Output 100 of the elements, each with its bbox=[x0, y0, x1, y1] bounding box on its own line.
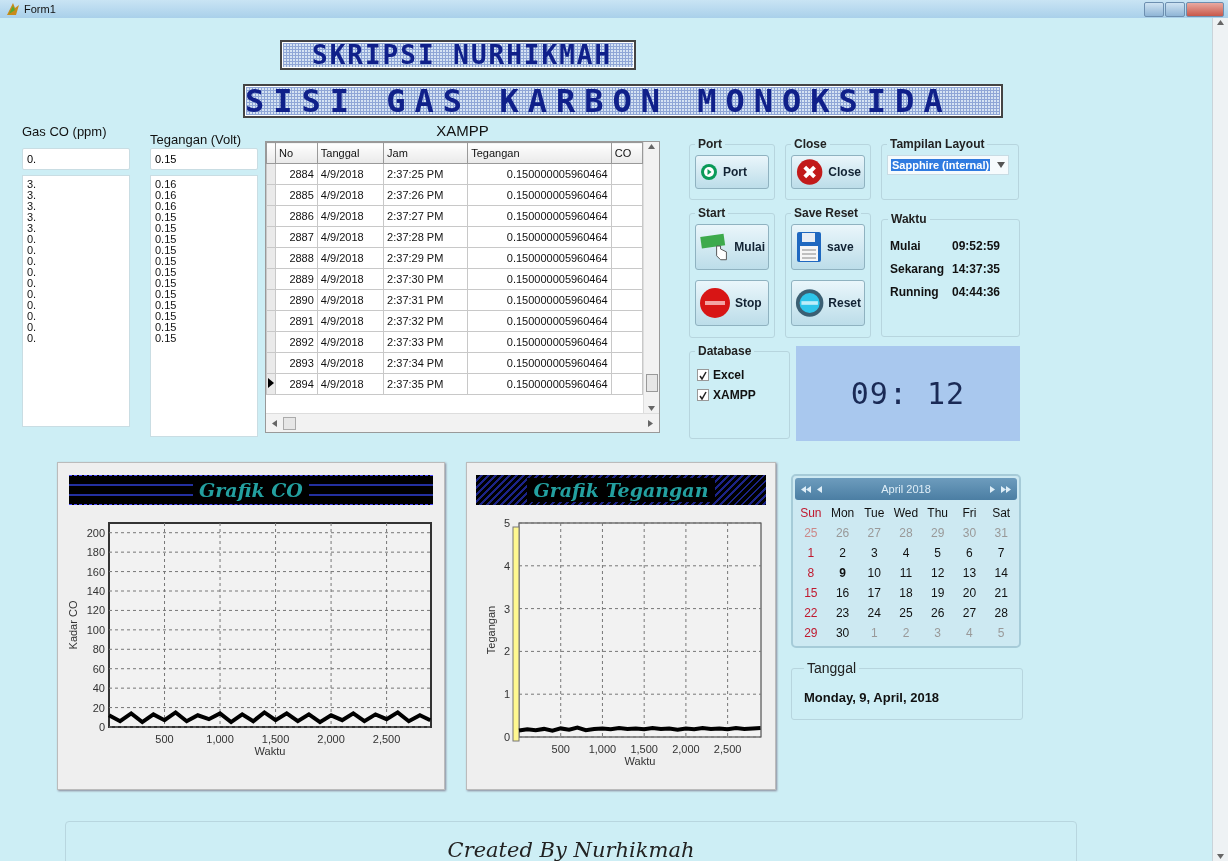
checkbox-label: XAMPP bbox=[713, 388, 756, 402]
data-grid[interactable] bbox=[265, 141, 660, 433]
time-label: Sekarang bbox=[890, 262, 946, 276]
calendar[interactable]: April 2018 Sun Mon Tue Wed Thu Fri Sat 25 26 27 28 29 30 31 1 2 3 4 5 6 7 8 9 10 11 12 13 14 15 16 17 18 19 20 21 22 23 24 25 26 27 28 29 30 1 2 3 4 5 bbox=[791, 474, 1021, 648]
row-header[interactable] bbox=[266, 373, 276, 395]
cancel-button[interactable]: Close bbox=[791, 155, 865, 189]
table-cell: 2:37:27 PM bbox=[383, 205, 468, 227]
calendar-day[interactable]: 8 bbox=[805, 566, 817, 580]
calendar-day[interactable]: 27 bbox=[960, 606, 979, 620]
table-cell: 2887 bbox=[275, 226, 318, 248]
axis-tick-label: 500 bbox=[155, 733, 174, 745]
calendar-day[interactable]: 29 bbox=[802, 626, 820, 640]
calendar-day[interactable]: 4 bbox=[900, 546, 912, 560]
value-list[interactable]: 3. 3. 3. 3. 3. 0. 0. 0. 0. 0. 0. 0. 0. 0. 0. bbox=[22, 175, 130, 427]
axis-tick-label: 200 bbox=[86, 526, 105, 539]
scroll-arrow-icon[interactable] bbox=[647, 142, 656, 151]
weekday-label: Mon bbox=[829, 506, 856, 520]
value-list[interactable]: 0.16 0.16 0.16 0.15 0.15 0.15 0.15 0.15 0.15 0.15 0.15 0.15 0.15 0.15 0.15 bbox=[150, 175, 258, 437]
scroll-arrow-icon[interactable] bbox=[1216, 18, 1225, 27]
weekday-label: Wed bbox=[892, 506, 920, 520]
calendar-day[interactable]: 26 bbox=[929, 606, 947, 620]
calendar-day[interactable]: 30 bbox=[833, 626, 852, 640]
table-cell: 2886 bbox=[275, 205, 318, 227]
calendar-day[interactable]: 25 bbox=[897, 606, 915, 620]
table-cell: 2:37:31 PM bbox=[383, 289, 468, 311]
calendar-day[interactable]: 20 bbox=[960, 586, 979, 600]
calendar-day[interactable]: 1 bbox=[805, 546, 817, 560]
table-cell: 2:37:34 PM bbox=[383, 352, 468, 374]
group-label: Close bbox=[793, 137, 828, 151]
group-label: Start bbox=[697, 206, 727, 220]
table-cell: 2884 bbox=[275, 163, 318, 185]
calendar-day[interactable]: 6 bbox=[964, 546, 975, 560]
calendar-day[interactable]: 9 bbox=[837, 566, 848, 580]
month-title: April 2018 bbox=[880, 483, 932, 495]
calendar-day[interactable]: 11 bbox=[897, 566, 915, 580]
calendar-day[interactable]: 22 bbox=[802, 606, 820, 620]
axis-tick-label: 120 bbox=[86, 604, 105, 617]
table-cell: 4/9/2018 bbox=[317, 184, 384, 206]
calendar-day[interactable]: 2 bbox=[837, 546, 848, 560]
time-value: 09:52:59 bbox=[952, 239, 1001, 253]
column-header[interactable]: Tanggal bbox=[317, 142, 384, 164]
axis-title: Kadar CO bbox=[67, 600, 79, 650]
calendar-day[interactable]: 14 bbox=[992, 566, 1010, 580]
minimize-button[interactable] bbox=[1144, 1, 1164, 17]
checkbox[interactable] bbox=[697, 389, 709, 401]
calendar-day[interactable]: 3 bbox=[868, 546, 880, 560]
table-cell bbox=[611, 163, 643, 185]
axis-tick-label: 80 bbox=[92, 643, 105, 656]
start-button[interactable]: Mulai bbox=[695, 224, 769, 270]
maximize-button[interactable] bbox=[1165, 1, 1185, 17]
calendar-day[interactable]: 28 bbox=[992, 606, 1010, 620]
input-field[interactable]: 0.15 bbox=[150, 148, 258, 170]
scroll-arrow-icon[interactable] bbox=[1216, 852, 1225, 861]
column-header[interactable]: Jam bbox=[383, 142, 468, 164]
column-header[interactable]: Tegangan bbox=[467, 142, 612, 164]
layout-dropdown[interactable]: Sapphire (internal) bbox=[887, 155, 1009, 175]
calendar-day[interactable]: 10 bbox=[865, 566, 883, 580]
axis-tick-label: 0 bbox=[503, 731, 510, 743]
scroll-arrow-icon[interactable] bbox=[270, 418, 279, 428]
calendar-day[interactable]: 18 bbox=[897, 586, 915, 600]
table-cell: 2:37:33 PM bbox=[383, 331, 468, 353]
calendar-day[interactable]: 24 bbox=[865, 606, 883, 620]
column-header[interactable]: No bbox=[275, 142, 318, 164]
time-label: Mulai bbox=[890, 239, 922, 253]
save-button[interactable]: save bbox=[791, 224, 865, 270]
table-cell: 4/9/2018 bbox=[317, 205, 384, 227]
axis-title: Tegangan bbox=[485, 605, 497, 655]
double-right-arrow-icon[interactable] bbox=[999, 484, 1013, 494]
table-cell: 2885 bbox=[275, 184, 318, 206]
calendar-day[interactable]: 7 bbox=[995, 546, 1007, 560]
group-label: Save Reset bbox=[793, 206, 860, 220]
table-cell: 2894 bbox=[275, 373, 318, 395]
calendar-day[interactable]: 15 bbox=[802, 586, 820, 600]
stop-sign-icon bbox=[699, 287, 731, 319]
checkbox[interactable] bbox=[697, 369, 709, 381]
scroll-thumb[interactable] bbox=[645, 374, 658, 392]
table-cell: 0.150000005960464 bbox=[467, 163, 612, 185]
double-left-arrow-icon[interactable] bbox=[799, 484, 813, 494]
calendar-day[interactable]: 23 bbox=[833, 606, 852, 620]
table-cell: 0.150000005960464 bbox=[467, 352, 612, 374]
column-header[interactable]: CO bbox=[611, 142, 643, 164]
reset-button[interactable]: Reset bbox=[791, 280, 865, 326]
table-cell: 0.150000005960464 bbox=[467, 184, 612, 206]
calendar-day[interactable]: 16 bbox=[833, 586, 852, 600]
axis-tick-label: 100 bbox=[86, 623, 105, 636]
calendar-day[interactable]: 13 bbox=[960, 566, 979, 580]
calendar-day[interactable]: 21 bbox=[992, 586, 1010, 600]
play-button[interactable]: Port bbox=[695, 155, 769, 189]
footer-text: Created By Nurhikmah bbox=[447, 838, 695, 861]
input-field[interactable]: 0. bbox=[22, 148, 130, 170]
stop-button[interactable]: Stop bbox=[695, 280, 769, 326]
calendar-day[interactable]: 5 bbox=[932, 546, 944, 560]
table-cell: 0.150000005960464 bbox=[467, 268, 612, 290]
calendar-day[interactable]: 19 bbox=[929, 586, 947, 600]
table-cell: 0.150000005960464 bbox=[467, 226, 612, 248]
calendar-day[interactable]: 17 bbox=[865, 586, 883, 600]
axis-tick-label: 1,000 bbox=[588, 743, 617, 755]
scroll-thumb[interactable] bbox=[283, 416, 296, 430]
calendar-day[interactable]: 12 bbox=[929, 566, 947, 580]
close-button[interactable] bbox=[1186, 1, 1224, 17]
